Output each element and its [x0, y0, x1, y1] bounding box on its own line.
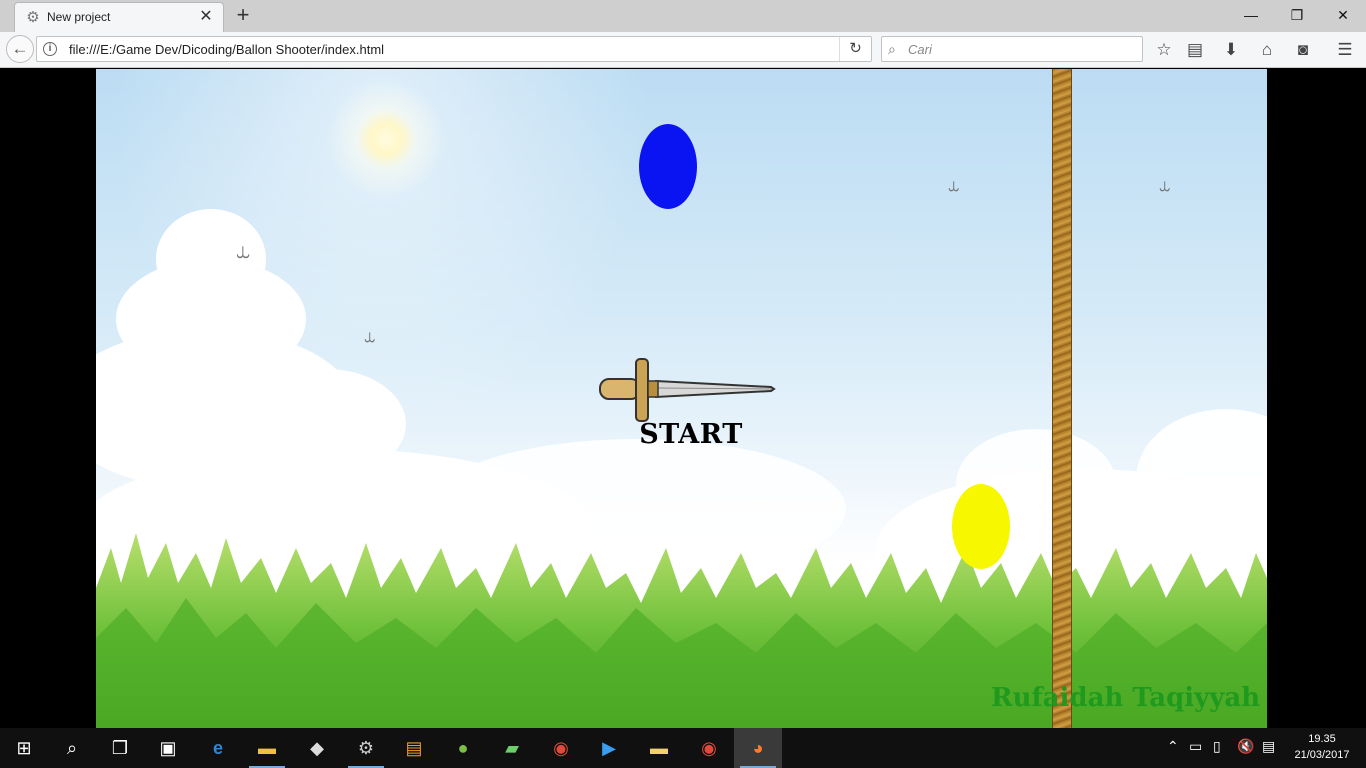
- address-bar[interactable]: i file:///E:/Game Dev/Dicoding/Ballon Sh…: [36, 36, 872, 62]
- minimize-button[interactable]: —: [1236, 4, 1266, 26]
- unity-icon[interactable]: ◆: [293, 728, 341, 768]
- sublime-icon[interactable]: ▤: [390, 728, 438, 768]
- media-player-icon[interactable]: ▶: [585, 728, 633, 768]
- search-placeholder: Cari: [908, 42, 932, 57]
- chrome-icon[interactable]: ◉: [537, 728, 585, 768]
- reading-list-icon[interactable]: ▤: [1183, 38, 1207, 62]
- navigation-toolbar: ← i file:///E:/Game Dev/Dicoding/Ballon …: [0, 32, 1366, 68]
- file-explorer-icon[interactable]: ▬: [243, 728, 291, 768]
- info-icon[interactable]: i: [43, 42, 57, 56]
- start-button[interactable]: START: [636, 419, 746, 450]
- volume-muted-icon[interactable]: 🔇: [1237, 738, 1254, 755]
- bird: ⥿: [1159, 174, 1171, 196]
- edge-icon[interactable]: e: [194, 728, 242, 768]
- notification-icon[interactable]: ▤: [1262, 738, 1275, 755]
- blue-balloon[interactable]: [639, 124, 697, 209]
- bird: ⥿: [364, 325, 376, 347]
- search-icon: ⌕: [888, 41, 896, 57]
- folder-icon[interactable]: ▬: [635, 728, 683, 768]
- page-viewport: ⥿ ⥿ ⥿ ⥿ START Rufaidah Taqiyyah: [0, 69, 1366, 728]
- bird: ⥿: [948, 174, 960, 196]
- tab-new-project[interactable]: ⚙ New project ✕: [14, 2, 224, 32]
- url-text: file:///E:/Game Dev/Dicoding/Ballon Shoo…: [69, 42, 385, 57]
- star-icon[interactable]: ☆: [1152, 38, 1176, 62]
- clock-date: 21/03/2017: [1294, 749, 1350, 761]
- new-tab-button[interactable]: +: [232, 4, 254, 26]
- tray-icon[interactable]: ▭: [1189, 738, 1202, 755]
- clock-time: 19.35: [1308, 733, 1336, 745]
- chrome-icon[interactable]: ◉: [685, 728, 733, 768]
- search-icon[interactable]: ⌕: [48, 728, 96, 768]
- back-button[interactable]: ←: [6, 35, 34, 63]
- pocket-icon[interactable]: ◙: [1291, 38, 1315, 62]
- game-canvas[interactable]: ⥿ ⥿ ⥿ ⥿ START Rufaidah Taqiyyah: [96, 69, 1267, 728]
- sun: [326, 79, 446, 199]
- clock[interactable]: 19.35 21/03/2017: [1286, 731, 1358, 763]
- close-window-button[interactable]: ✕: [1328, 4, 1358, 26]
- chevron-up-icon[interactable]: ⌃: [1167, 738, 1179, 755]
- download-icon[interactable]: ⬇: [1219, 38, 1243, 62]
- rope: [1052, 69, 1072, 728]
- network-icon[interactable]: ▯: [1213, 738, 1221, 755]
- taskbar: ⊞ ⌕ ❐ ▣ e ▬ ◆ ⚙ ▤ ● ▰ ◉ ▶ ▬ ◉ ◕ ⌃ ▭ ▯ 🔇 …: [0, 728, 1366, 768]
- dagger-icon: [599, 358, 776, 422]
- search-field[interactable]: ⌕ Cari: [881, 36, 1143, 62]
- task-view-icon[interactable]: ❐: [96, 728, 144, 768]
- close-tab-icon[interactable]: ✕: [197, 8, 215, 26]
- bird: ⥿: [236, 237, 250, 264]
- tab-strip: ⚙ New project ✕ + — ❐ ✕: [0, 0, 1366, 32]
- app-icon[interactable]: ▰: [488, 728, 536, 768]
- tab-title: New project: [47, 10, 111, 24]
- restore-button[interactable]: ❐: [1282, 4, 1312, 26]
- settings-icon[interactable]: ⚙: [342, 728, 390, 768]
- home-icon[interactable]: ⌂: [1255, 38, 1279, 62]
- gear-icon: ⚙: [26, 9, 40, 26]
- author-credit: Rufaidah Taqiyyah: [991, 683, 1261, 713]
- store-icon[interactable]: ▣: [144, 728, 192, 768]
- windows-start-icon[interactable]: ⊞: [0, 728, 48, 768]
- reload-icon[interactable]: ↻: [839, 37, 871, 61]
- yellow-balloon[interactable]: [952, 484, 1010, 569]
- firefox-icon[interactable]: ◕: [734, 728, 782, 768]
- menu-icon[interactable]: ☰: [1333, 38, 1357, 62]
- game-icon[interactable]: ●: [439, 728, 487, 768]
